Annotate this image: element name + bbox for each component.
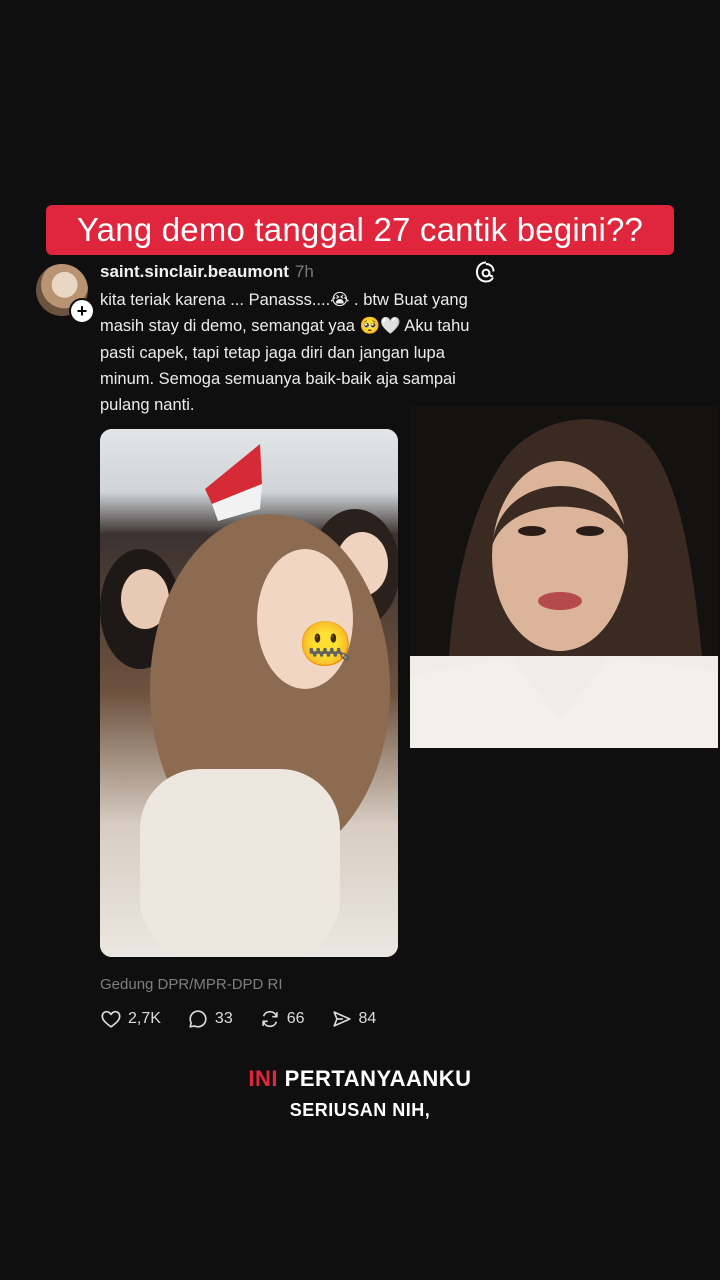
send-icon (332, 1011, 351, 1027)
comment-count: 33 (214, 1010, 233, 1027)
repost-count: 66 (286, 1010, 305, 1027)
sticker-emoji: 🤐 (298, 620, 353, 669)
subtitle-line-1: INI PERTANYAANKU (0, 1066, 720, 1092)
repost-icon (262, 1010, 278, 1028)
like-button[interactable]: 2,7K (100, 1008, 161, 1030)
follow-plus-icon[interactable]: + (69, 298, 95, 324)
heart-icon (101, 1010, 121, 1028)
post-location[interactable]: Gedung DPR/MPR-DPD RI (100, 976, 283, 993)
webcam-overlay (410, 406, 718, 748)
comment-icon (189, 1010, 207, 1028)
subtitle-line-2: SERIUSAN NIH, (289, 1100, 431, 1120)
share-button[interactable]: 84 (331, 1008, 377, 1030)
like-count: 2,7K (128, 1010, 161, 1027)
threads-logo-icon (475, 261, 495, 283)
share-count: 84 (358, 1010, 377, 1027)
username[interactable]: saint.sinclair.beaumont (100, 262, 289, 281)
post-photo[interactable]: 🤐 (100, 429, 398, 957)
repost-button[interactable]: 66 (259, 1008, 305, 1030)
subtitle-line-1-rest: PERTANYAANKU (284, 1066, 472, 1091)
post-header: saint.sinclair.beaumont 7h (100, 262, 314, 282)
post-text: kita teriak karena ... Panasss....😭 . bt… (100, 291, 470, 415)
post-time: 7h (294, 262, 314, 281)
headline-banner: Yang demo tanggal 27 cantik begini?? (46, 205, 674, 255)
post-actions: 2,7K 33 66 84 (100, 1006, 402, 1032)
subtitle-highlight: INI (248, 1066, 279, 1091)
comment-button[interactable]: 33 (187, 1008, 233, 1030)
